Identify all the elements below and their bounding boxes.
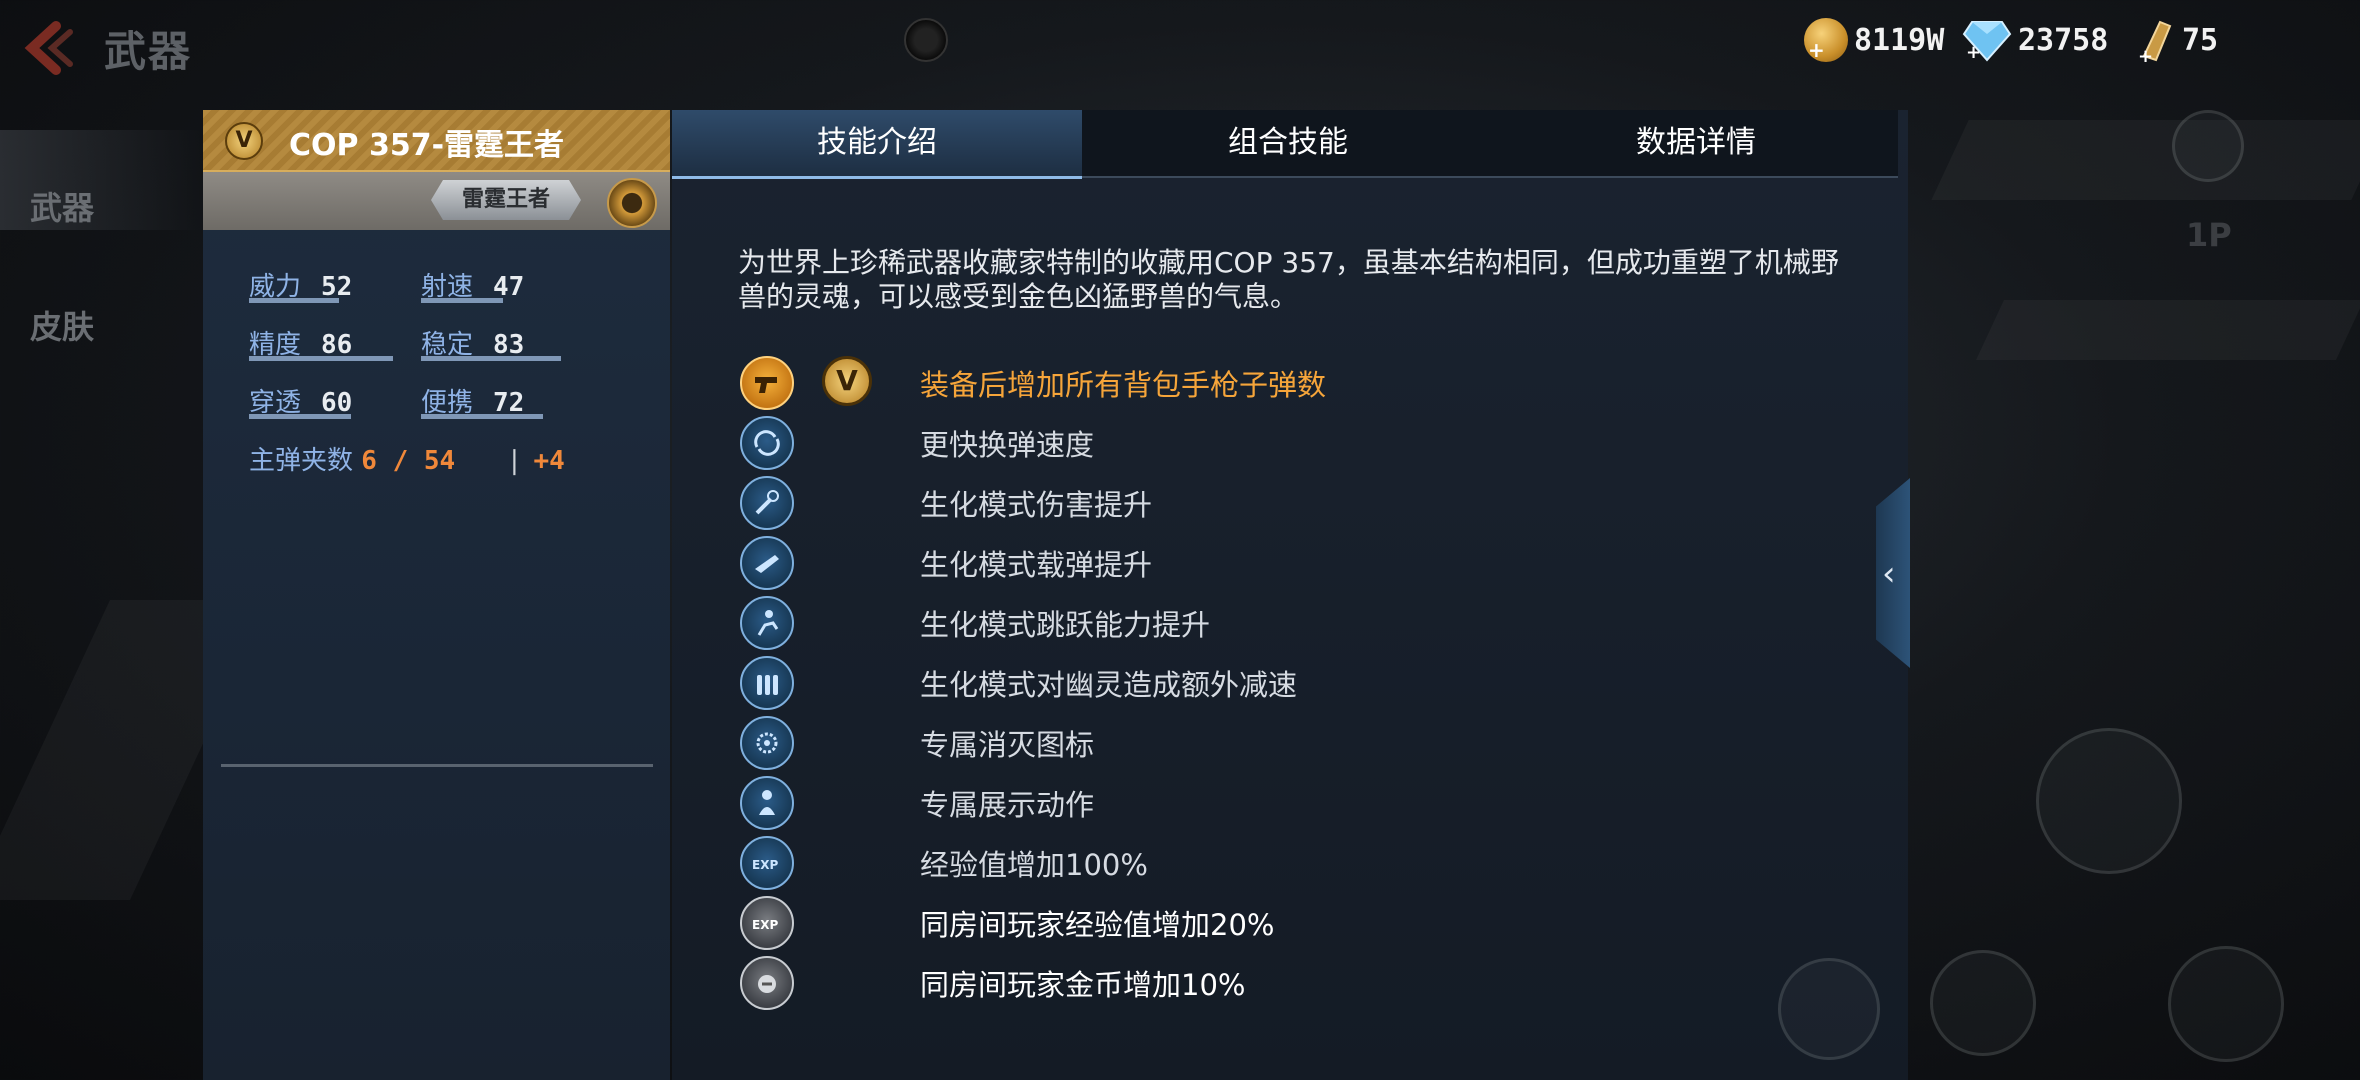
skill-text: 同房间玩家金币增加10% <box>920 968 1246 1002</box>
rifle-icon <box>740 536 794 590</box>
view-1p-icon[interactable]: 1P <box>2186 216 2232 254</box>
stat-fire-rate-bar <box>421 298 503 303</box>
skill-item: 生化模式跳跃能力提升 <box>740 596 1840 650</box>
panel-divider <box>221 764 653 767</box>
skill-item: EXP 同房间玩家经验值增加20% <box>740 896 1840 950</box>
ticket-value: 75 <box>2182 22 2219 58</box>
nav-weapons[interactable]: 武器 <box>30 183 150 229</box>
skill-text: 生化模式跳跃能力提升 <box>920 608 1211 642</box>
skill-item: 专属消灭图标 <box>740 716 1840 770</box>
skill-item: 同房间玩家金币增加10% <box>740 956 1840 1010</box>
gold-currency[interactable]: 8119W <box>1804 14 1944 66</box>
vip-badge-icon: V <box>822 356 872 406</box>
skill-item: 生化模式对幽灵造成额外减速 <box>740 656 1840 710</box>
weapon-skin-strip: 雷霆王者 <box>203 172 670 230</box>
skill-item: 生化模式载弹提升 <box>740 536 1840 590</box>
skill-text: 同房间玩家经验值增加20% <box>920 908 1275 942</box>
skill-item: 生化模式伤害提升 <box>740 476 1840 530</box>
diamond-currency[interactable]: + 23758 <box>1962 14 2108 66</box>
back-button[interactable] <box>18 20 78 76</box>
skill-text: 生化模式载弹提升 <box>920 548 1153 582</box>
weapon-name: COP 357-雷霆王者 <box>289 128 565 163</box>
bullet-preview-icon <box>2036 728 2182 874</box>
diamond-icon: + <box>1962 18 2012 63</box>
nav-skins[interactable]: 皮肤 <box>30 302 150 348</box>
ammo-value: 6 / 54 <box>361 446 456 476</box>
ammo-bonus: +4 <box>533 446 565 476</box>
skill-item: 更快换弹速度 <box>740 416 1840 470</box>
ticket-icon: + <box>2136 16 2176 67</box>
skill-item: V 装备后增加所有背包手枪子弹数 <box>740 356 1840 410</box>
skill-text: 专属消灭图标 <box>920 728 1095 762</box>
collapse-panel-button[interactable]: ‹ <box>1876 478 1910 668</box>
swap-icon[interactable] <box>1930 950 2036 1056</box>
damage-icon <box>740 476 794 530</box>
skill-text: 装备后增加所有背包手枪子弹数 <box>920 368 1327 402</box>
skill-text: 更快换弹速度 <box>920 428 1095 462</box>
ticket-currency[interactable]: + 75 <box>2136 14 2219 67</box>
bullets-icon <box>740 656 794 710</box>
skill-item: EXP 经验值增加100% <box>740 836 1840 890</box>
skill-panel: 技能介绍 组合技能 数据详情 为世界上珍稀武器收藏家特制的收藏用COP 357，… <box>672 110 1908 1080</box>
camera-dot <box>904 18 948 62</box>
diamond-value: 23758 <box>2018 22 2109 58</box>
skin-nameplate: 雷霆王者 <box>431 180 581 220</box>
weapon-header: V COP 357-雷霆王者 <box>203 110 670 172</box>
exp-icon: EXP <box>740 836 794 890</box>
ammo-label: 主弹夹数 <box>249 446 354 476</box>
vip-badge-icon: V <box>225 122 263 160</box>
pose-icon <box>740 776 794 830</box>
tab-data-details[interactable]: 数据详情 <box>1494 110 1898 176</box>
ammo-row: 主弹夹数 6 / 54 ❘ +4 <box>249 440 565 477</box>
skill-text: 专属展示动作 <box>920 788 1095 822</box>
bullet-icon: ❘ <box>503 446 526 476</box>
gold-value: 8119W <box>1854 22 1945 58</box>
reload-icon <box>740 416 794 470</box>
stat-stability-bar <box>421 356 561 361</box>
svg-text:EXP: EXP <box>752 918 778 932</box>
settings-icon[interactable] <box>2172 110 2244 182</box>
pistol-icon <box>740 356 794 410</box>
chevron-left-icon: ‹ <box>1882 554 1896 594</box>
tab-skill-intro[interactable]: 技能介绍 <box>672 110 1082 179</box>
svg-text:+: + <box>1966 42 1981 62</box>
weapon-info-panel: V COP 357-雷霆王者 雷霆王者 威力 52 射速 47 精度 86 稳定 83 … <box>203 110 670 1080</box>
jump-icon <box>740 596 794 650</box>
skill-text: 生化模式伤害提升 <box>920 488 1153 522</box>
background-decoration <box>1931 120 2360 200</box>
kill-mark-icon <box>740 716 794 770</box>
background-decoration <box>1976 300 2360 360</box>
svg-text:EXP: EXP <box>752 858 778 872</box>
stat-accuracy-bar <box>249 356 393 361</box>
skill-text: 生化模式对幽灵造成额外减速 <box>920 668 1298 702</box>
weapon-switch-icon[interactable] <box>2168 946 2284 1062</box>
page-title: 武器 <box>104 27 193 76</box>
stat-penetration-bar <box>249 414 351 419</box>
stat-mobility-bar <box>421 414 543 419</box>
target-icon[interactable] <box>1778 958 1880 1060</box>
room-exp-icon: EXP <box>740 896 794 950</box>
skill-text: 经验值增加100% <box>920 848 1148 882</box>
svg-text:+: + <box>2138 46 2153 64</box>
gold-coin-icon <box>1804 18 1848 62</box>
tab-bar: 技能介绍 组合技能 数据详情 <box>672 110 1898 179</box>
tab-combo-skills[interactable]: 组合技能 <box>1082 110 1494 176</box>
skill-item: 专属展示动作 <box>740 776 1840 830</box>
weapon-description: 为世界上珍稀武器收藏家特制的收藏用COP 357，虽基本结构相同，但成功重塑了机… <box>738 246 1839 313</box>
room-coin-icon <box>740 956 794 1010</box>
back-arrow-icon <box>24 21 73 75</box>
stat-power-bar <box>249 298 339 303</box>
skin-emblem-icon <box>607 178 657 228</box>
